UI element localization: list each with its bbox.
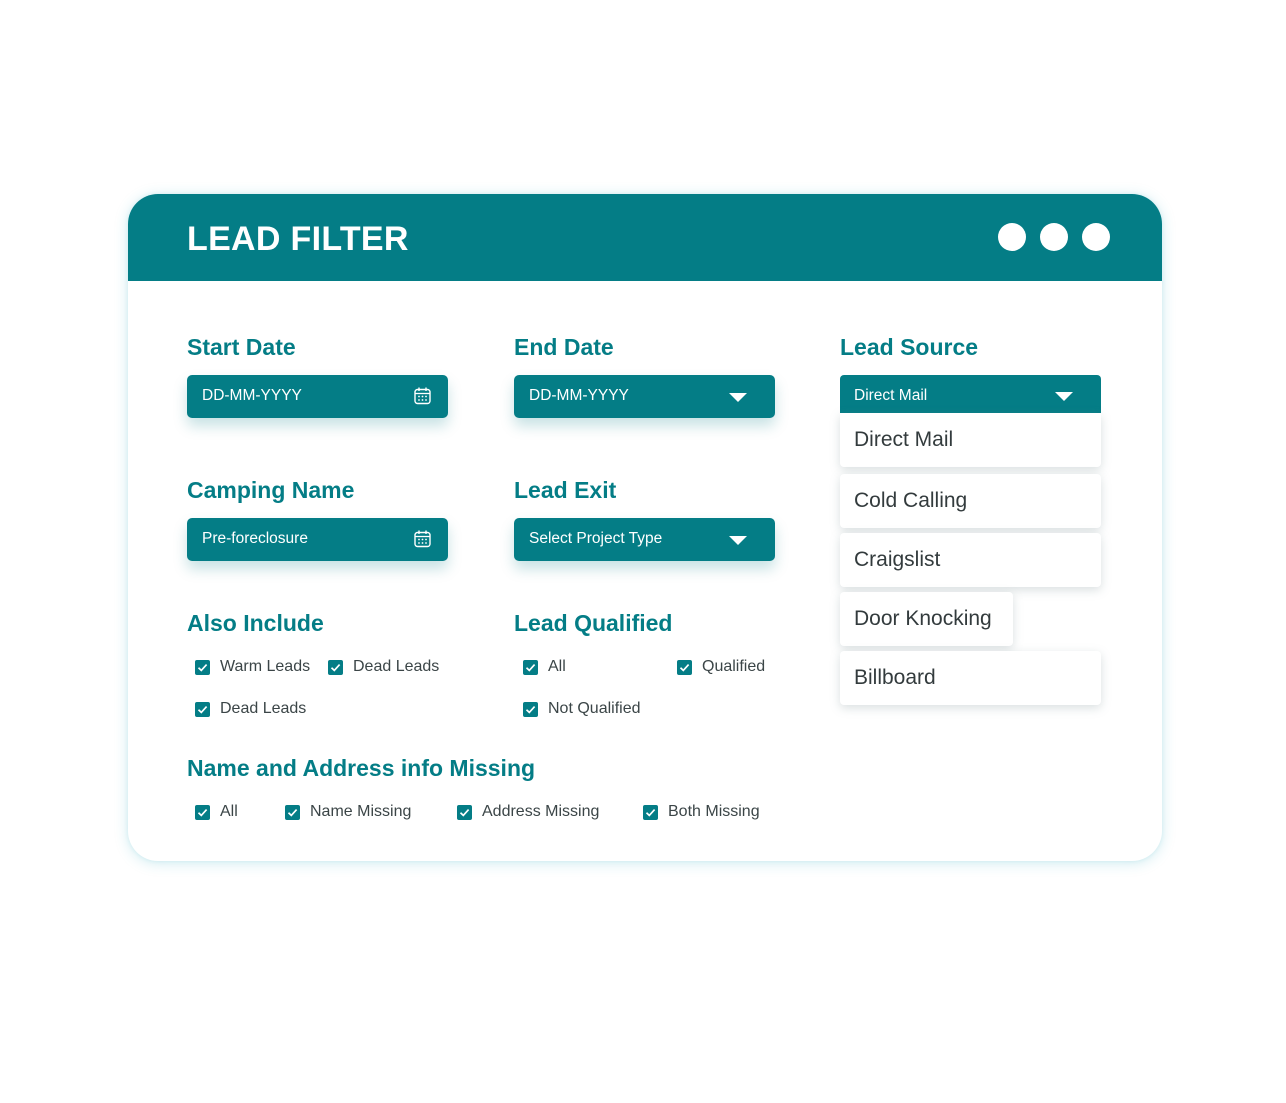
start-date-field[interactable]: DD-MM-YYYY <box>187 375 448 418</box>
end-date-dropdown[interactable]: DD-MM-YYYY <box>514 375 775 418</box>
checkbox-label: All <box>220 803 238 820</box>
caret-down-icon[interactable] <box>1055 392 1073 401</box>
missing-info-label: Name and Address info Missing <box>187 755 536 781</box>
checkbox-qualified-all[interactable]: All <box>523 658 566 676</box>
checkbox-dead-leads-2[interactable]: Dead Leads <box>195 700 306 718</box>
checkbox-name-missing[interactable]: Name Missing <box>285 803 411 821</box>
camping-name-field[interactable]: Pre-foreclosure <box>187 518 448 561</box>
checkbox-checked-icon[interactable] <box>328 659 343 675</box>
caret-down-icon[interactable] <box>729 393 747 402</box>
checkbox-checked-icon[interactable] <box>643 804 658 820</box>
checkbox-dead-leads[interactable]: Dead Leads <box>328 658 439 676</box>
lead-source-label: Lead Source <box>840 334 979 360</box>
checkbox-checked-icon[interactable] <box>195 804 210 820</box>
page: LEAD FILTER Start Date DD-MM-YYYY End Da… <box>0 0 1286 1103</box>
checkbox-label: Not Qualified <box>548 700 641 717</box>
lead-source-selected: Direct Mail <box>854 387 928 404</box>
checkbox-label: Address Missing <box>482 803 600 820</box>
checkbox-checked-icon[interactable] <box>195 659 210 675</box>
lead-source-option-direct-mail[interactable]: Direct Mail <box>840 413 1101 467</box>
checkbox-checked-icon[interactable] <box>285 804 300 820</box>
caret-down-icon[interactable] <box>729 536 747 545</box>
checkbox-label: Both Missing <box>668 803 760 820</box>
lead-qualified-label: Lead Qualified <box>514 610 673 636</box>
lead-exit-label: Lead Exit <box>514 477 617 503</box>
checkbox-label: Dead Leads <box>220 700 307 717</box>
option-label: Door Knocking <box>854 607 992 630</box>
checkbox-missing-all[interactable]: All <box>195 803 238 821</box>
checkbox-checked-icon[interactable] <box>195 701 210 717</box>
window-title: LEAD FILTER <box>187 220 409 258</box>
lead-exit-value: Select Project Type <box>529 530 663 547</box>
checkbox-label: Warm Leads <box>220 658 311 675</box>
checkbox-label: All <box>548 658 566 675</box>
checkbox-checked-icon[interactable] <box>523 701 538 717</box>
start-date-label: Start Date <box>187 334 296 360</box>
checkbox-checked-icon[interactable] <box>523 659 538 675</box>
also-include-label: Also Include <box>187 610 324 636</box>
checkbox-checked-icon[interactable] <box>677 659 692 675</box>
checkbox-qualified[interactable]: Qualified <box>677 658 765 676</box>
window-control-dot-1[interactable] <box>998 223 1026 251</box>
option-label: Craigslist <box>854 548 941 571</box>
option-label: Direct Mail <box>854 428 954 451</box>
title-bar: LEAD FILTER <box>128 194 1162 281</box>
calendar-icon[interactable] <box>414 387 431 405</box>
checkbox-checked-icon[interactable] <box>457 804 472 820</box>
lead-exit-dropdown[interactable]: Select Project Type <box>514 518 775 561</box>
lead-source-option-door-knocking[interactable]: Door Knocking <box>840 592 1013 646</box>
calendar-icon[interactable] <box>414 530 431 548</box>
lead-source-option-billboard[interactable]: Billboard <box>840 651 1101 705</box>
option-label: Cold Calling <box>854 489 968 512</box>
end-date-value: DD-MM-YYYY <box>529 387 629 404</box>
checkbox-not-qualified[interactable]: Not Qualified <box>523 700 641 718</box>
checkbox-label: Dead Leads <box>353 658 440 675</box>
checkbox-label: Name Missing <box>310 803 412 820</box>
checkbox-warm-leads[interactable]: Warm Leads <box>195 658 310 676</box>
window-control-dot-3[interactable] <box>1082 223 1110 251</box>
checkbox-address-missing[interactable]: Address Missing <box>457 803 599 821</box>
window-control-dot-2[interactable] <box>1040 223 1068 251</box>
checkbox-both-missing[interactable]: Both Missing <box>643 803 760 821</box>
lead-filter-window: LEAD FILTER Start Date DD-MM-YYYY End Da… <box>128 194 1162 861</box>
start-date-value: DD-MM-YYYY <box>202 387 302 404</box>
camping-name-label: Camping Name <box>187 477 355 503</box>
lead-source-option-cold-calling[interactable]: Cold Calling <box>840 474 1101 528</box>
end-date-label: End Date <box>514 334 614 360</box>
option-label: Billboard <box>854 666 936 689</box>
camping-name-value: Pre-foreclosure <box>202 530 308 547</box>
lead-source-option-craigslist[interactable]: Craigslist <box>840 533 1101 587</box>
checkbox-label: Qualified <box>702 658 766 675</box>
lead-source-dropdown[interactable]: Direct Mail <box>840 375 1101 413</box>
